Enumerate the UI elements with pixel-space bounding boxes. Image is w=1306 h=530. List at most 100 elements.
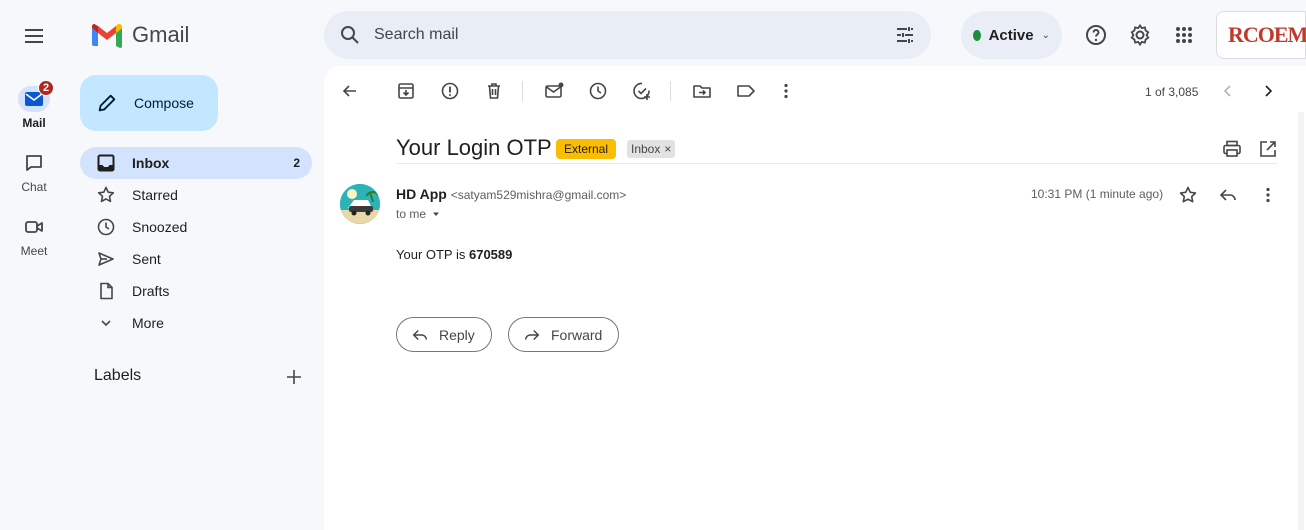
- video-icon: [25, 221, 43, 233]
- inbox-tag-label: Inbox: [631, 142, 661, 156]
- open-new-window-button[interactable]: [1258, 139, 1278, 159]
- older-button[interactable]: [1258, 81, 1278, 101]
- hamburger-icon: [25, 29, 43, 43]
- chat-pill: [18, 150, 50, 176]
- rail-meet-label: Meet: [20, 244, 48, 258]
- reply-icon: [1219, 189, 1236, 201]
- move-to-button[interactable]: [692, 81, 712, 101]
- snooze-icon: [589, 82, 607, 100]
- clock-icon: [96, 217, 116, 237]
- nav-item-inbox[interactable]: Inbox 2: [80, 147, 312, 179]
- avatar-icon: [340, 184, 380, 224]
- account-label: RCOEM: [1228, 22, 1306, 47]
- remove-label-icon[interactable]: ×: [664, 142, 671, 156]
- open-in-new-icon: [1260, 141, 1276, 157]
- report-icon: [441, 82, 459, 100]
- print-icon: [1223, 140, 1241, 157]
- status-selector[interactable]: Active ⌄: [961, 11, 1062, 59]
- print-button[interactable]: [1222, 139, 1242, 159]
- star-icon: [96, 185, 116, 205]
- more-vert-icon: [784, 83, 788, 99]
- main-menu-button[interactable]: [22, 24, 46, 48]
- labels-heading: Labels: [94, 367, 142, 384]
- more-options-button[interactable]: [776, 81, 796, 101]
- apps-grid-icon[interactable]: [1172, 23, 1196, 47]
- nav-label: Drafts: [132, 283, 170, 299]
- add-task-button[interactable]: [632, 81, 652, 101]
- reply-button[interactable]: Reply: [396, 317, 492, 352]
- back-button[interactable]: [340, 81, 360, 101]
- delete-button[interactable]: [484, 81, 504, 101]
- recipient-label: to me: [396, 207, 427, 221]
- otp-code: 670589: [468, 247, 513, 262]
- nav-label: Snoozed: [132, 219, 188, 235]
- toolbar-divider: [670, 81, 671, 101]
- email-subject: Your Login OTP: [396, 135, 552, 160]
- settings-icon[interactable]: [1128, 23, 1152, 47]
- rail-chat[interactable]: Chat: [0, 150, 68, 194]
- gmail-logo[interactable]: Gmail: [90, 22, 189, 48]
- sender-email: <satyam529mishra@gmail.com>: [450, 188, 627, 202]
- label-icon: [737, 85, 755, 97]
- account-button[interactable]: RCOEM: [1216, 11, 1306, 59]
- star-icon: [1179, 186, 1197, 203]
- add-label-button[interactable]: [284, 367, 304, 387]
- rail-chat-label: Chat: [21, 180, 47, 194]
- nav-item-starred[interactable]: Starred: [80, 179, 312, 211]
- newer-button[interactable]: [1218, 81, 1238, 101]
- sender-avatar[interactable]: [340, 184, 380, 224]
- reply-icon-button[interactable]: [1218, 185, 1238, 205]
- scrollbar[interactable]: [1298, 112, 1304, 530]
- caret-down-icon: [433, 212, 440, 216]
- sender-name[interactable]: HD App: [396, 186, 447, 202]
- nav-item-snoozed[interactable]: Snoozed: [80, 211, 312, 243]
- help-icon[interactable]: [1084, 23, 1108, 47]
- nav-item-more[interactable]: More: [80, 307, 312, 339]
- forward-label: Forward: [551, 326, 603, 343]
- send-icon: [96, 249, 116, 269]
- nav-item-drafts[interactable]: Drafts: [80, 275, 312, 307]
- star-button[interactable]: [1178, 185, 1198, 205]
- message-more-button[interactable]: [1258, 185, 1278, 205]
- external-tag: External: [556, 139, 617, 159]
- inbox-count: 2: [293, 156, 300, 170]
- rail-mail[interactable]: 2 Mail: [0, 80, 68, 130]
- nav-label: More: [132, 315, 164, 331]
- archive-button[interactable]: [396, 81, 416, 101]
- email-body: Your OTP is 670589: [396, 247, 512, 262]
- nav-item-sent[interactable]: Sent: [80, 243, 312, 275]
- plus-icon: [287, 370, 301, 384]
- chevron-left-icon: [1223, 85, 1231, 97]
- move-folder-icon: [693, 85, 711, 98]
- app-name: Gmail: [132, 22, 190, 47]
- chevron-right-icon: [1265, 85, 1273, 97]
- chat-icon: [26, 155, 42, 171]
- snooze-button[interactable]: [588, 81, 608, 101]
- reply-icon: [412, 329, 428, 340]
- report-spam-button[interactable]: [440, 81, 460, 101]
- rail-meet[interactable]: Meet: [0, 214, 68, 258]
- forward-icon: [524, 329, 540, 340]
- mark-unread-button[interactable]: [544, 81, 564, 101]
- inbox-icon: [96, 153, 116, 173]
- mail-pill: 2: [18, 80, 54, 112]
- mail-badge: 2: [38, 80, 54, 96]
- search-icon[interactable]: [338, 23, 362, 47]
- search-input[interactable]: [374, 26, 885, 44]
- compose-button[interactable]: Compose: [80, 75, 218, 131]
- search-bar[interactable]: [324, 11, 931, 59]
- status-dot: [973, 29, 981, 41]
- add-task-icon: [633, 82, 650, 100]
- inbox-tag: Inbox ×: [627, 140, 676, 158]
- toolbar-divider: [522, 81, 523, 101]
- email-timestamp: 10:31 PM (1 minute ago): [1031, 187, 1164, 201]
- more-vert-icon: [1266, 187, 1270, 203]
- rail-mail-label: Mail: [22, 116, 46, 130]
- forward-button[interactable]: Forward: [508, 317, 620, 352]
- search-options-icon[interactable]: [893, 23, 917, 47]
- nav-label: Sent: [132, 251, 161, 267]
- gmail-m-icon: [92, 23, 122, 48]
- labels-button[interactable]: [736, 81, 756, 101]
- subject-divider: [396, 163, 1277, 164]
- recipient-details[interactable]: to me: [396, 207, 442, 221]
